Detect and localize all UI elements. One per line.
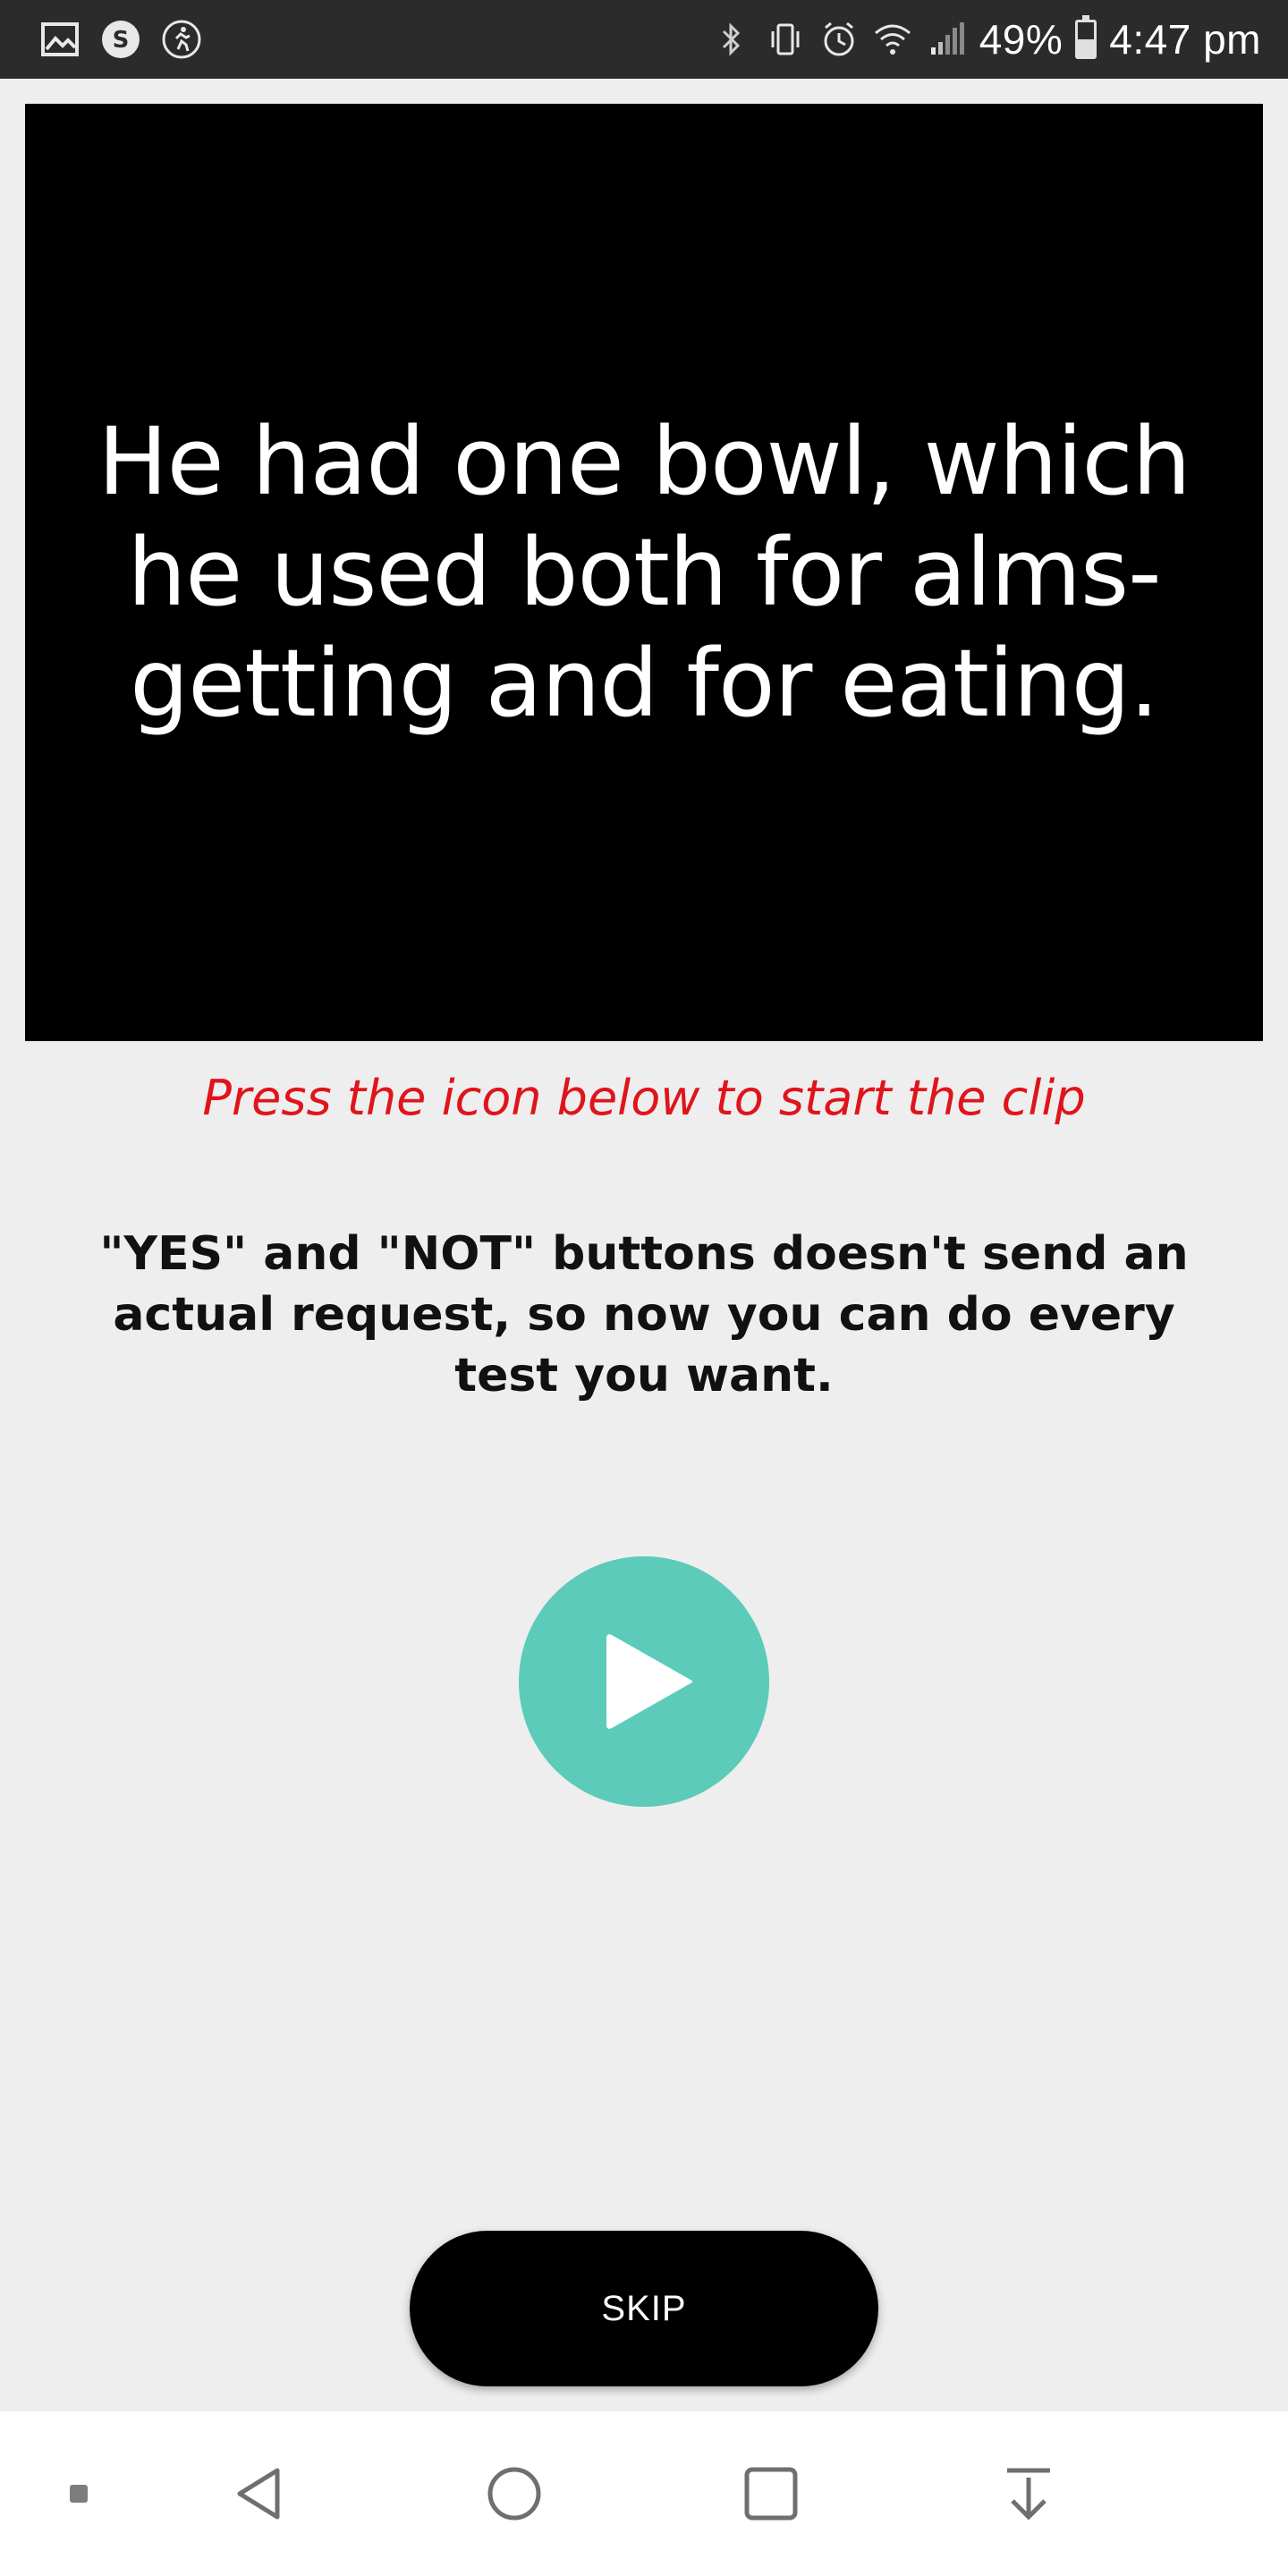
battery-percent: 49% [979, 16, 1063, 63]
square-dot-icon[interactable] [68, 2483, 89, 2504]
home-icon[interactable] [486, 2465, 543, 2522]
download-icon[interactable] [1002, 2465, 1055, 2522]
status-bar: S 49% 4:47 pm [0, 0, 1288, 79]
battery-icon [1075, 15, 1097, 59]
navigation-bar [0, 2411, 1288, 2576]
wifi-icon [872, 19, 913, 60]
status-right-icons: 49% 4:47 pm [711, 9, 1261, 70]
svg-text:S: S [113, 27, 130, 54]
play-button[interactable] [519, 1556, 769, 1807]
alarm-icon [818, 19, 860, 60]
skip-button[interactable]: SKIP [410, 2231, 878, 2386]
recents-icon[interactable] [742, 2465, 800, 2522]
status-left-icons: S [39, 13, 202, 66]
video-subtitle: He had one bowl, which he used both for … [97, 407, 1191, 738]
start-clip-hint: Press the icon below to start the clip [202, 1070, 1086, 1126]
test-notice: "YES" and "NOT" buttons doesn't send an … [99, 1227, 1189, 1402]
video-panel: He had one bowl, which he used both for … [25, 104, 1263, 1041]
clock: 4:47 pm [1109, 16, 1261, 63]
s-app-icon: S [100, 19, 141, 60]
gallery-icon [39, 19, 80, 60]
back-icon[interactable] [233, 2465, 286, 2522]
bluetooth-icon [711, 19, 752, 60]
play-icon [606, 1634, 692, 1729]
vibrate-icon [765, 19, 806, 60]
signal-icon [926, 19, 967, 60]
walking-icon [161, 19, 202, 60]
